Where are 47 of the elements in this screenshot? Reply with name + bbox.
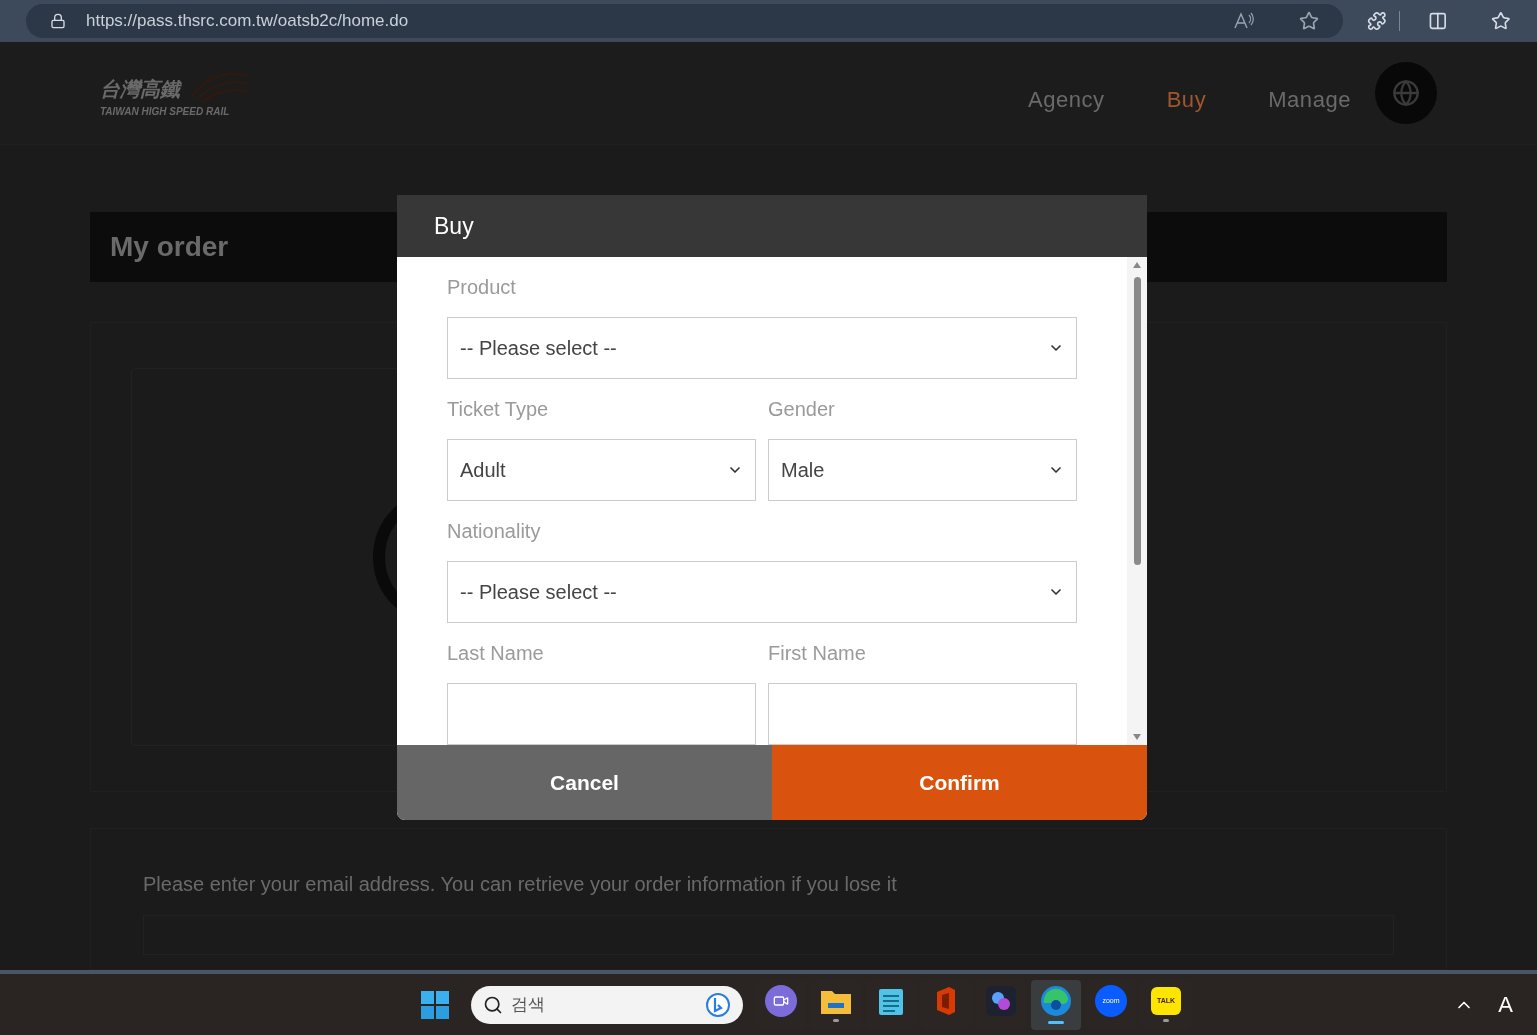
text-field[interactable] [447, 683, 756, 745]
email-prompt: Please enter your email address. You can retrieve your order information if you lose it [143, 872, 898, 897]
field-label: Nationality [447, 519, 542, 544]
logo-subtext: TAIWAN HIGH SPEED RAIL [100, 104, 231, 119]
search-placeholder: 검색 [511, 992, 546, 1016]
taskbar-search-field[interactable]: 검색 [471, 985, 743, 1024]
scrollbar-thumb[interactable] [1133, 277, 1141, 565]
input-indicator[interactable]: A [1498, 988, 1513, 1021]
logo-text: 台灣高鐵 [100, 76, 180, 102]
page-title: My order [110, 230, 229, 264]
field-label: Gender [768, 397, 836, 422]
scroll-up-icon[interactable] [1132, 261, 1142, 269]
url-text: https://pass.thsrc.com.tw/oatsb2c/home.do [86, 10, 410, 33]
confirm-button[interactable]: Confirm [772, 745, 1147, 820]
address-bar[interactable]: https://pass.thsrc.com.tw/oatsb2c/home.do [26, 4, 1344, 38]
edge-icon[interactable] [1040, 985, 1072, 1017]
select-field[interactable]: -- Please select -- [447, 317, 1077, 379]
globe-icon [1392, 79, 1420, 107]
split-screen-icon[interactable] [1427, 11, 1448, 31]
copilot-icon[interactable] [986, 986, 1016, 1016]
start-icon[interactable] [420, 989, 450, 1020]
field-label: Product [447, 275, 517, 300]
select-value: -- Please select -- [460, 336, 617, 361]
favorites-list-icon[interactable] [1491, 11, 1512, 31]
select-field[interactable]: Male [768, 439, 1077, 501]
lock-icon [50, 13, 66, 29]
search-icon [483, 994, 503, 1015]
dialog-title: Buy [434, 211, 474, 241]
field-label: Last Name [447, 641, 545, 666]
read-aloud-icon[interactable] [1233, 12, 1256, 30]
select-value: Male [781, 458, 825, 483]
extensions-icon[interactable] [1367, 11, 1387, 31]
office-icon[interactable] [934, 986, 958, 1016]
taskbar-app-button[interactable] [1031, 979, 1081, 1030]
notepad-icon[interactable] [878, 986, 904, 1016]
chat-app-icon[interactable] [765, 985, 797, 1017]
field-label: First Name [768, 641, 867, 666]
text-field[interactable] [768, 683, 1077, 745]
select-field[interactable]: Adult [447, 439, 756, 501]
favorite-star-icon[interactable] [1299, 11, 1320, 31]
cancel-button[interactable]: Cancel [397, 745, 772, 820]
select-value: Adult [460, 458, 506, 483]
select-field[interactable]: -- Please select -- [447, 561, 1077, 623]
scroll-down-icon[interactable] [1132, 733, 1142, 741]
field-label: Ticket Type [447, 397, 550, 422]
bing-icon [705, 991, 731, 1018]
select-value: -- Please select -- [460, 580, 617, 605]
